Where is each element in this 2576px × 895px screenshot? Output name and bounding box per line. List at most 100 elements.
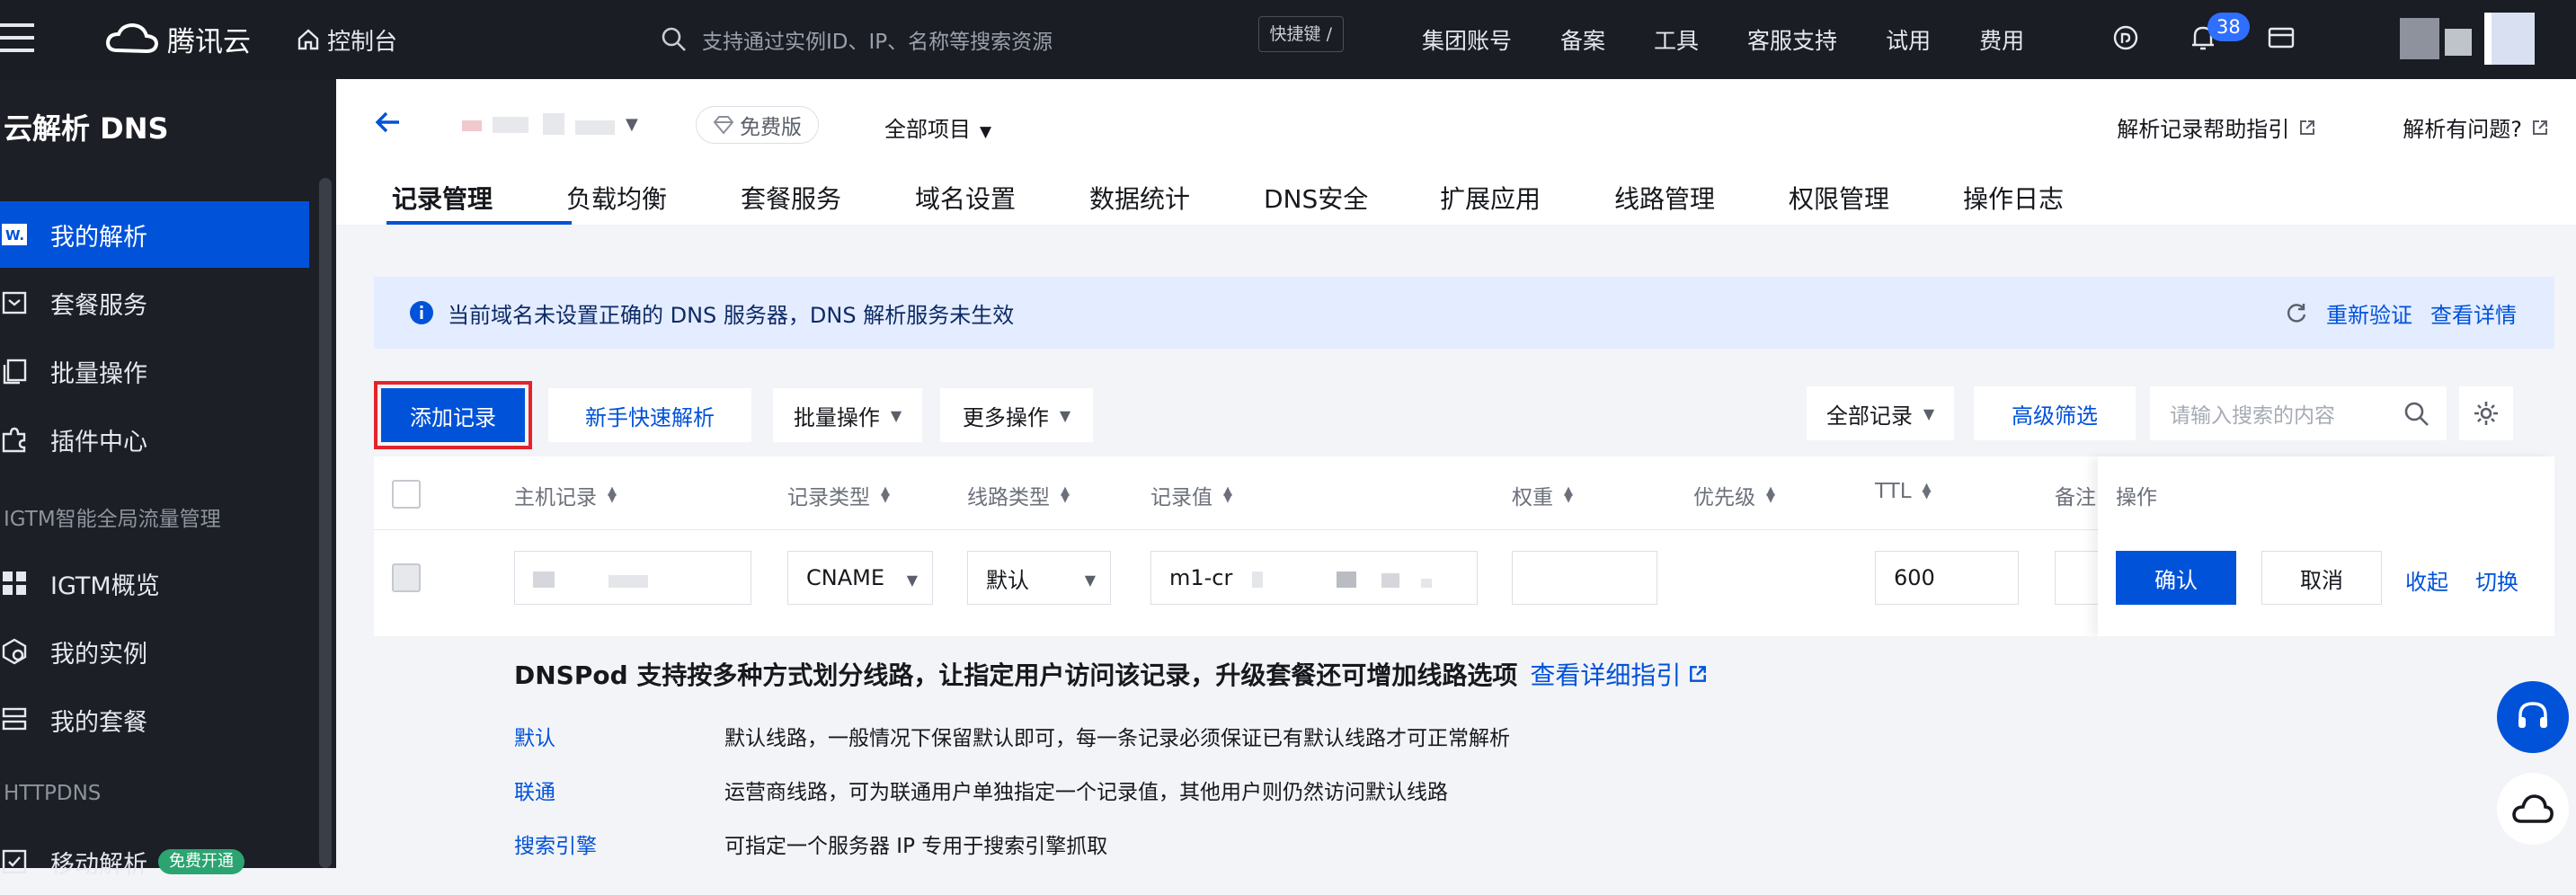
host-input[interactable] <box>514 551 751 605</box>
row-checkbox[interactable] <box>392 563 421 592</box>
column-priority[interactable]: 优先级 ▲ ▼ <box>1693 480 1775 510</box>
sidebar-item-plugins[interactable]: 插件中心 <box>0 406 309 473</box>
sidebar-item-batch[interactable]: 批量操作 <box>0 338 309 404</box>
plugin-icon <box>2 427 26 453</box>
topnav-icp[interactable]: 备案 <box>1560 23 1605 56</box>
switch-link[interactable]: 切换 <box>2475 564 2518 596</box>
column-host[interactable]: 主机记录 ▲ ▼ <box>514 480 617 510</box>
tab-operation-log[interactable]: 操作日志 <box>1963 180 2098 225</box>
tab-statistics[interactable]: 数据统计 <box>1089 180 1264 225</box>
topnav-tools[interactable]: 工具 <box>1654 23 1699 56</box>
alert-message: 当前域名未设置正确的 DNS 服务器，DNS 解析服务未生效 <box>448 302 1015 328</box>
column-label: 记录值 <box>1150 486 1212 510</box>
quick-resolve-button[interactable]: 新手快速解析 <box>548 388 751 442</box>
tab-permissions[interactable]: 权限管理 <box>1789 180 1963 225</box>
record-search-input[interactable]: 请输入搜索的内容 <box>2150 386 2447 440</box>
global-search-input[interactable]: 支持通过实例ID、IP、名称等搜索资源 快捷键 / <box>661 16 1344 63</box>
bell-icon[interactable]: 38 <box>2190 13 2250 56</box>
tip-key-link[interactable]: 搜索引擎 <box>514 829 724 859</box>
chevron-down-icon: ▼ <box>906 572 918 589</box>
select-all-checkbox[interactable] <box>392 480 421 509</box>
sidebar-item-my-package[interactable]: 我的套餐 <box>0 687 309 753</box>
ai-assistant-icon[interactable] <box>2112 24 2139 55</box>
sidebar-item-label: 批量操作 <box>50 359 147 388</box>
settings-gear-icon[interactable] <box>2459 386 2513 440</box>
line-type-select[interactable]: 默认 ▼ <box>967 551 1111 605</box>
top-bar: 腾讯云 控制台 支持通过实例ID、IP、名称等搜索资源 快捷键 / 集团账号 备… <box>0 0 2576 79</box>
tip-key-link[interactable]: 联通 <box>514 775 724 805</box>
tencent-cloud-logo[interactable]: 腾讯云 <box>106 18 251 59</box>
problem-link[interactable]: 解析有问题? <box>2359 111 2549 143</box>
user-avatar[interactable] <box>2400 13 2535 65</box>
weight-input[interactable] <box>1512 551 1657 605</box>
tab-line-management[interactable]: 线路管理 <box>1614 180 1789 225</box>
collapse-link[interactable]: 收起 <box>2405 564 2448 596</box>
sidebar-item-mobile-dns[interactable]: 移动解析 免费开通 <box>0 829 309 895</box>
cancel-button[interactable]: 取消 <box>2261 551 2382 605</box>
customer-service-icon[interactable] <box>2497 681 2569 753</box>
column-ttl[interactable]: TTL ▲ ▼ <box>1875 480 1932 503</box>
project-select[interactable]: 全部项目 ▼ <box>884 111 991 143</box>
record-type-select[interactable]: CNAME ▼ <box>787 551 933 605</box>
sidebar-scrollbar[interactable] <box>319 178 332 868</box>
highlight-box <box>374 381 532 449</box>
refresh-icon <box>2287 304 2306 323</box>
sidebar-group-httpdns: HTTPDNS <box>4 782 102 805</box>
notification-badge: 38 <box>2207 13 2250 41</box>
header-help-links: 解析记录帮助指引 解析有问题? <box>2030 111 2549 143</box>
reverify-link[interactable]: 重新验证 <box>2326 297 2412 329</box>
column-line[interactable]: 线路类型 ▲ ▼ <box>967 480 1070 510</box>
external-link-icon <box>2300 120 2315 135</box>
help-guide-label: 解析记录帮助指引 <box>2117 117 2290 142</box>
topnav-group-account[interactable]: 集团账号 <box>1422 23 1512 56</box>
detailed-guide-link[interactable]: 查看详细指引 <box>1530 656 1708 692</box>
sidebar-item-my-dns[interactable]: W. 我的解析 <box>0 201 309 268</box>
console-label: 控制台 <box>327 28 398 56</box>
ticket-icon[interactable] <box>2267 24 2296 55</box>
column-value[interactable]: 记录值 ▲ ▼ <box>1150 480 1232 510</box>
chevron-down-icon: ▼ <box>1923 404 1935 422</box>
home-icon <box>298 29 319 50</box>
global-search-placeholder: 支持通过实例ID、IP、名称等搜索资源 <box>702 31 1053 54</box>
sidebar-item-instances[interactable]: 我的实例 <box>0 618 309 685</box>
tip-desc: 运营商线路，可为联通用户单独指定一个记录值，其他用户则仍然访问默认线路 <box>724 781 1448 804</box>
topnav-trial[interactable]: 试用 <box>1886 23 1931 56</box>
record-value-input[interactable]: m1-cr <box>1150 551 1478 605</box>
record-type-value: CNAME <box>806 565 884 590</box>
column-type[interactable]: 记录类型 ▲ ▼ <box>787 480 890 510</box>
tab-extensions[interactable]: 扩展应用 <box>1440 180 1614 225</box>
tip-key-link[interactable]: 默认 <box>514 721 724 751</box>
column-weight[interactable]: 权重 ▲ ▼ <box>1512 480 1573 510</box>
chevron-down-icon: ▼ <box>1084 572 1096 589</box>
sort-icon: ▲ ▼ <box>1766 484 1775 505</box>
hamburger-menu-icon[interactable] <box>0 23 36 56</box>
cloud-assistant-icon[interactable] <box>2497 773 2569 845</box>
project-select-label: 全部项目 <box>884 117 971 142</box>
domain-selector[interactable]: ▼ <box>462 111 638 138</box>
tab-load-balance[interactable]: 负载均衡 <box>566 180 741 225</box>
advanced-filter-button[interactable]: 高级筛选 <box>1974 386 2136 440</box>
batch-ops-dropdown[interactable]: 批量操作 ▼ <box>773 388 922 442</box>
record-filter-dropdown[interactable]: 全部记录 ▼ <box>1807 386 1954 440</box>
sidebar-item-igtm-overview[interactable]: IGTM概览 <box>0 550 309 616</box>
confirm-button[interactable]: 确认 <box>2116 551 2236 605</box>
more-ops-dropdown[interactable]: 更多操作 ▼ <box>940 388 1093 442</box>
topnav-support[interactable]: 客服支持 <box>1747 23 1837 56</box>
plan-badge[interactable]: 免费版 <box>696 106 819 144</box>
grid-icon <box>3 572 26 595</box>
column-label: 记录类型 <box>787 486 870 510</box>
ttl-input[interactable]: 600 <box>1875 551 2019 605</box>
console-link[interactable]: 控制台 <box>297 20 397 59</box>
help-guide-link[interactable]: 解析记录帮助指引 <box>2074 111 2316 143</box>
records-table: 主机记录 ▲ ▼ 记录类型 ▲ ▼ 线路类型 ▲ ▼ 记录值 ▲ ▼ 权重 ▲ ▼ 优先级 ▲ ▼ TT… <box>374 456 2554 636</box>
tab-domain-settings[interactable]: 域名设置 <box>915 180 1089 225</box>
back-arrow-icon[interactable] <box>372 106 404 142</box>
tab-records[interactable]: 记录管理 <box>386 180 572 225</box>
tab-package[interactable]: 套餐服务 <box>741 180 915 225</box>
view-details-link[interactable]: 查看详情 <box>2430 297 2517 329</box>
topnav-billing[interactable]: 费用 <box>1979 23 2024 56</box>
tab-bar: 记录管理 负载均衡 套餐服务 域名设置 数据统计 DNS安全 扩展应用 线路管理… <box>386 180 2098 225</box>
sidebar-item-package[interactable]: 套餐服务 <box>0 270 309 336</box>
tab-dns-security[interactable]: DNS安全 <box>1264 180 1440 225</box>
search-icon[interactable] <box>2403 401 2430 428</box>
